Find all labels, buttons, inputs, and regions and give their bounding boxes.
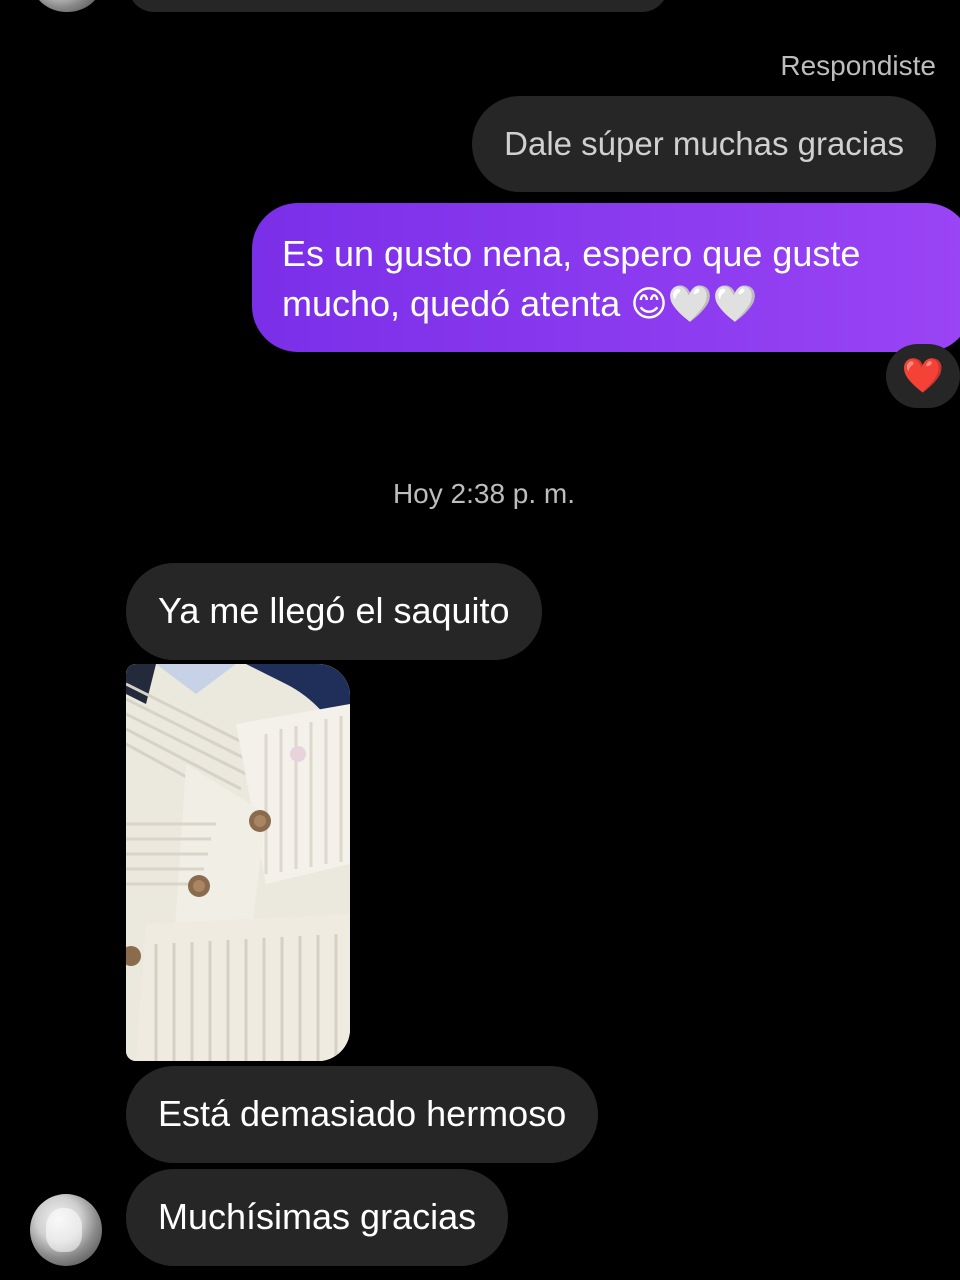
replied-message-bubble[interactable]: Dale súper muchas gracias [472,96,936,192]
reply-label: Respondiste [780,50,936,81]
received-message-bubble-3[interactable]: Muchísimas gracias [126,1169,509,1266]
previous-message-bubble[interactable] [128,0,668,12]
received-message-bubble-1[interactable]: Ya me llegó el saquito [126,563,542,660]
received-message-text-2: Está demasiado hermoso [158,1093,567,1134]
received-message-text-3: Muchísimas gracias [158,1196,477,1237]
reaction-badge[interactable]: ❤️ [886,344,960,408]
heart-icon: ❤️ [901,357,945,395]
contact-avatar-top[interactable] [32,0,102,12]
received-message-text-1: Ya me llegó el saquito [158,590,510,631]
sweater-photo-image [126,664,350,1061]
sent-message-line-2: mucho, quedó atenta 😊🤍🤍 [282,283,758,324]
sent-message-bubble[interactable]: Es un gusto nena, espero que guste mucho… [252,203,960,352]
sweater-photo[interactable] [126,664,350,1061]
timestamp: Hoy 2:38 p. m. [392,478,576,509]
sent-message-line-1: Es un gusto nena, espero que guste [282,233,861,274]
replied-message-text: Dale súper muchas gracias [504,125,904,162]
contact-avatar[interactable] [30,1194,102,1266]
received-message-bubble-2[interactable]: Está demasiado hermoso [126,1066,599,1163]
